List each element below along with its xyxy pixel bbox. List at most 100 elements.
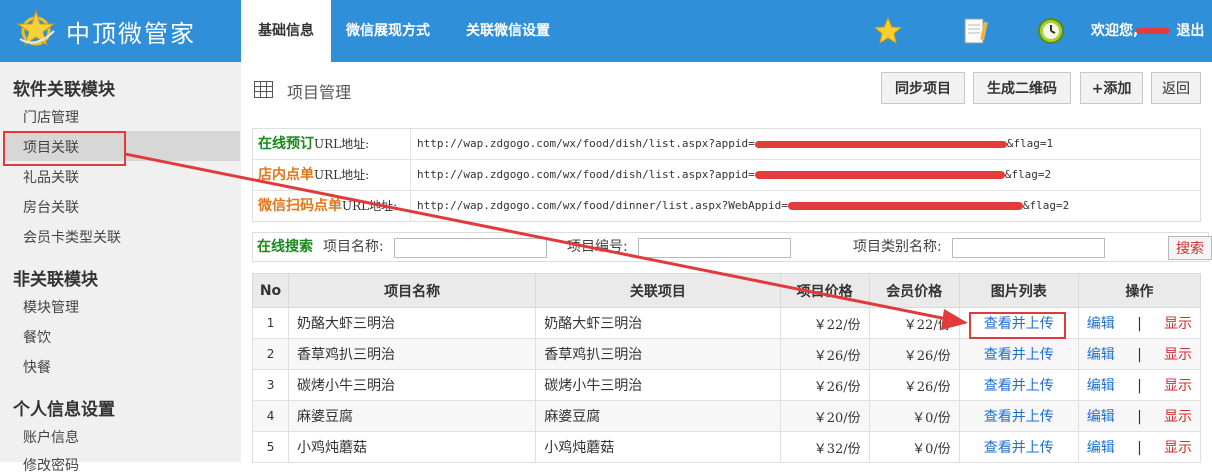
username-redacted <box>1136 28 1171 34</box>
header-price: 项目价格 <box>779 273 870 308</box>
url-value[interactable]: http://wap.zdgogo.com/wx/food/dinner/lis… <box>417 191 1069 221</box>
header-actions: 操作 <box>1077 273 1202 308</box>
page-title: 项目管理 <box>287 83 352 102</box>
action-separator: | <box>1137 409 1142 425</box>
tab-basic-info[interactable]: 基础信息 <box>241 0 331 62</box>
url-label-suffix: URL地址: <box>314 168 370 182</box>
edit-link[interactable]: 编辑 <box>1087 440 1115 456</box>
clock-icon[interactable] <box>1034 14 1068 48</box>
edit-link[interactable]: 编辑 <box>1087 316 1115 332</box>
url-label-title: 在线预订 <box>258 136 314 152</box>
url-label-suffix: URL地址: <box>342 199 398 213</box>
search-bar: 在线搜索 项目名称: 项目编号: 项目类别名称: 搜索 <box>252 232 1212 262</box>
search-button[interactable]: 搜索 <box>1168 236 1212 260</box>
cell-no: 5 <box>251 431 290 463</box>
cell-actions: 编辑 | 显示 <box>1077 338 1202 370</box>
cell-name: 麻婆豆腐 <box>288 400 537 432</box>
add-button[interactable]: +添加 <box>1080 72 1143 104</box>
view-upload-link[interactable]: 查看并上传 <box>958 338 1079 370</box>
url-value[interactable]: http://wap.zdgogo.com/wx/food/dish/list.… <box>417 160 1051 190</box>
cell-actions: 编辑 | 显示 <box>1077 307 1202 339</box>
sidebar-item-member-card-link[interactable]: 会员卡类型关联 <box>23 227 121 247</box>
action-separator: | <box>1137 316 1142 332</box>
url-value[interactable]: http://wap.zdgogo.com/wx/food/dish/list.… <box>417 129 1053 159</box>
edit-link[interactable]: 编辑 <box>1087 378 1115 394</box>
view-upload-link[interactable]: 查看并上传 <box>958 400 1079 432</box>
url-value-start: http://wap.zdgogo.com/wx/food/dish/list.… <box>417 137 755 150</box>
cell-linked: 麻婆豆腐 <box>535 400 781 432</box>
url-value-start: http://wap.zdgogo.com/wx/food/dinner/lis… <box>417 199 788 212</box>
url-value-end: &flag=2 <box>1022 199 1070 212</box>
star-icon[interactable] <box>871 14 905 48</box>
sidebar-item-room-link[interactable]: 房台关联 <box>23 197 79 217</box>
show-link[interactable]: 显示 <box>1164 378 1192 394</box>
cell-linked: 小鸡炖蘑菇 <box>535 431 781 463</box>
logo-text: 中顶微管家 <box>66 19 196 48</box>
cell-linked: 奶酪大虾三明治 <box>535 307 781 339</box>
view-upload-link[interactable]: 查看并上传 <box>958 369 1079 401</box>
back-button[interactable]: 返回 <box>1151 72 1201 104</box>
project-code-label: 项目编号: <box>567 239 628 255</box>
tab-wechat-link-settings[interactable]: 关联微信设置 <box>466 0 550 62</box>
url-label: 在线预订URL地址: <box>253 129 411 159</box>
generate-qrcode-button[interactable]: 生成二维码 <box>973 72 1071 104</box>
sidebar-item-gift-link[interactable]: 礼品关联 <box>23 167 79 187</box>
sidebar: 软件关联模块 门店管理 项目关联 礼品关联 房台关联 会员卡类型关联 非关联模块… <box>0 62 241 474</box>
cell-member-price: ￥0/份 <box>868 431 960 463</box>
url-redacted <box>787 202 1023 210</box>
table-row: 2 香草鸡扒三明治 香草鸡扒三明治 ￥26/份 ￥26/份 查看并上传 编辑 |… <box>251 338 1202 370</box>
cell-price: ￥22/份 <box>779 307 870 339</box>
cell-price: ￥26/份 <box>779 338 870 370</box>
project-category-input[interactable] <box>952 238 1105 258</box>
sidebar-item-store-management[interactable]: 门店管理 <box>23 107 79 127</box>
show-link[interactable]: 显示 <box>1164 409 1192 425</box>
header-image-list: 图片列表 <box>958 273 1079 308</box>
view-upload-link[interactable]: 查看并上传 <box>958 431 1079 463</box>
sidebar-item-change-password[interactable]: 修改密码 <box>23 455 79 475</box>
cell-name: 小鸡炖蘑菇 <box>288 431 537 463</box>
url-value-end: &flag=2 <box>1004 168 1052 181</box>
action-separator: | <box>1137 378 1142 394</box>
main-content: 项目管理 同步项目 生成二维码 +添加 返回 在线预订URL地址: http:/… <box>241 62 1212 463</box>
cell-member-price: ￥0/份 <box>868 400 960 432</box>
cell-actions: 编辑 | 显示 <box>1077 431 1202 463</box>
logo[interactable]: 中顶微管家 <box>14 9 196 52</box>
url-redacted <box>754 171 1005 179</box>
cell-member-price: ￥26/份 <box>868 338 960 370</box>
project-table: No 项目名称 关联项目 项目价格 会员价格 图片列表 操作 1 奶酪大虾三明治… <box>251 273 1202 463</box>
sidebar-section-title: 个人信息设置 <box>13 400 115 420</box>
project-category-label: 项目类别名称: <box>853 239 942 255</box>
edit-link[interactable]: 编辑 <box>1087 409 1115 425</box>
url-label-suffix: URL地址: <box>314 137 370 151</box>
grid-icon <box>254 81 273 102</box>
cell-name: 奶酪大虾三明治 <box>288 307 537 339</box>
logout-link[interactable]: 退出 <box>1176 23 1204 39</box>
sidebar-item-module-management[interactable]: 模块管理 <box>23 297 79 317</box>
cell-linked: 香草鸡扒三明治 <box>535 338 781 370</box>
edit-link[interactable]: 编辑 <box>1087 347 1115 363</box>
action-separator: | <box>1137 347 1142 363</box>
search-title: 在线搜索 <box>257 239 313 255</box>
sidebar-item-catering[interactable]: 餐饮 <box>23 327 51 347</box>
project-name-input[interactable] <box>394 238 547 258</box>
show-link[interactable]: 显示 <box>1164 440 1192 456</box>
cell-member-price: ￥22/份 <box>868 307 960 339</box>
welcome-area: 欢迎您, 退出 <box>1091 0 1204 62</box>
url-label-title: 店内点单 <box>258 167 314 183</box>
cell-price: ￥26/份 <box>779 369 870 401</box>
sidebar-item-account-info[interactable]: 账户信息 <box>23 427 79 447</box>
sidebar-section-title: 非关联模块 <box>13 270 98 290</box>
cell-member-price: ￥26/份 <box>868 369 960 401</box>
cell-name: 碳烤小牛三明治 <box>288 369 537 401</box>
url-label: 店内点单URL地址: <box>253 160 411 190</box>
header-linked-project: 关联项目 <box>535 273 781 308</box>
notepad-icon[interactable] <box>958 14 992 48</box>
sidebar-item-fast-food[interactable]: 快餐 <box>23 357 51 377</box>
show-link[interactable]: 显示 <box>1164 316 1192 332</box>
tab-wechat-display[interactable]: 微信展现方式 <box>346 0 430 62</box>
project-code-input[interactable] <box>638 238 791 258</box>
url-value-end: &flag=1 <box>1006 137 1054 150</box>
sync-project-button[interactable]: 同步项目 <box>881 72 965 104</box>
cell-actions: 编辑 | 显示 <box>1077 369 1202 401</box>
show-link[interactable]: 显示 <box>1164 347 1192 363</box>
